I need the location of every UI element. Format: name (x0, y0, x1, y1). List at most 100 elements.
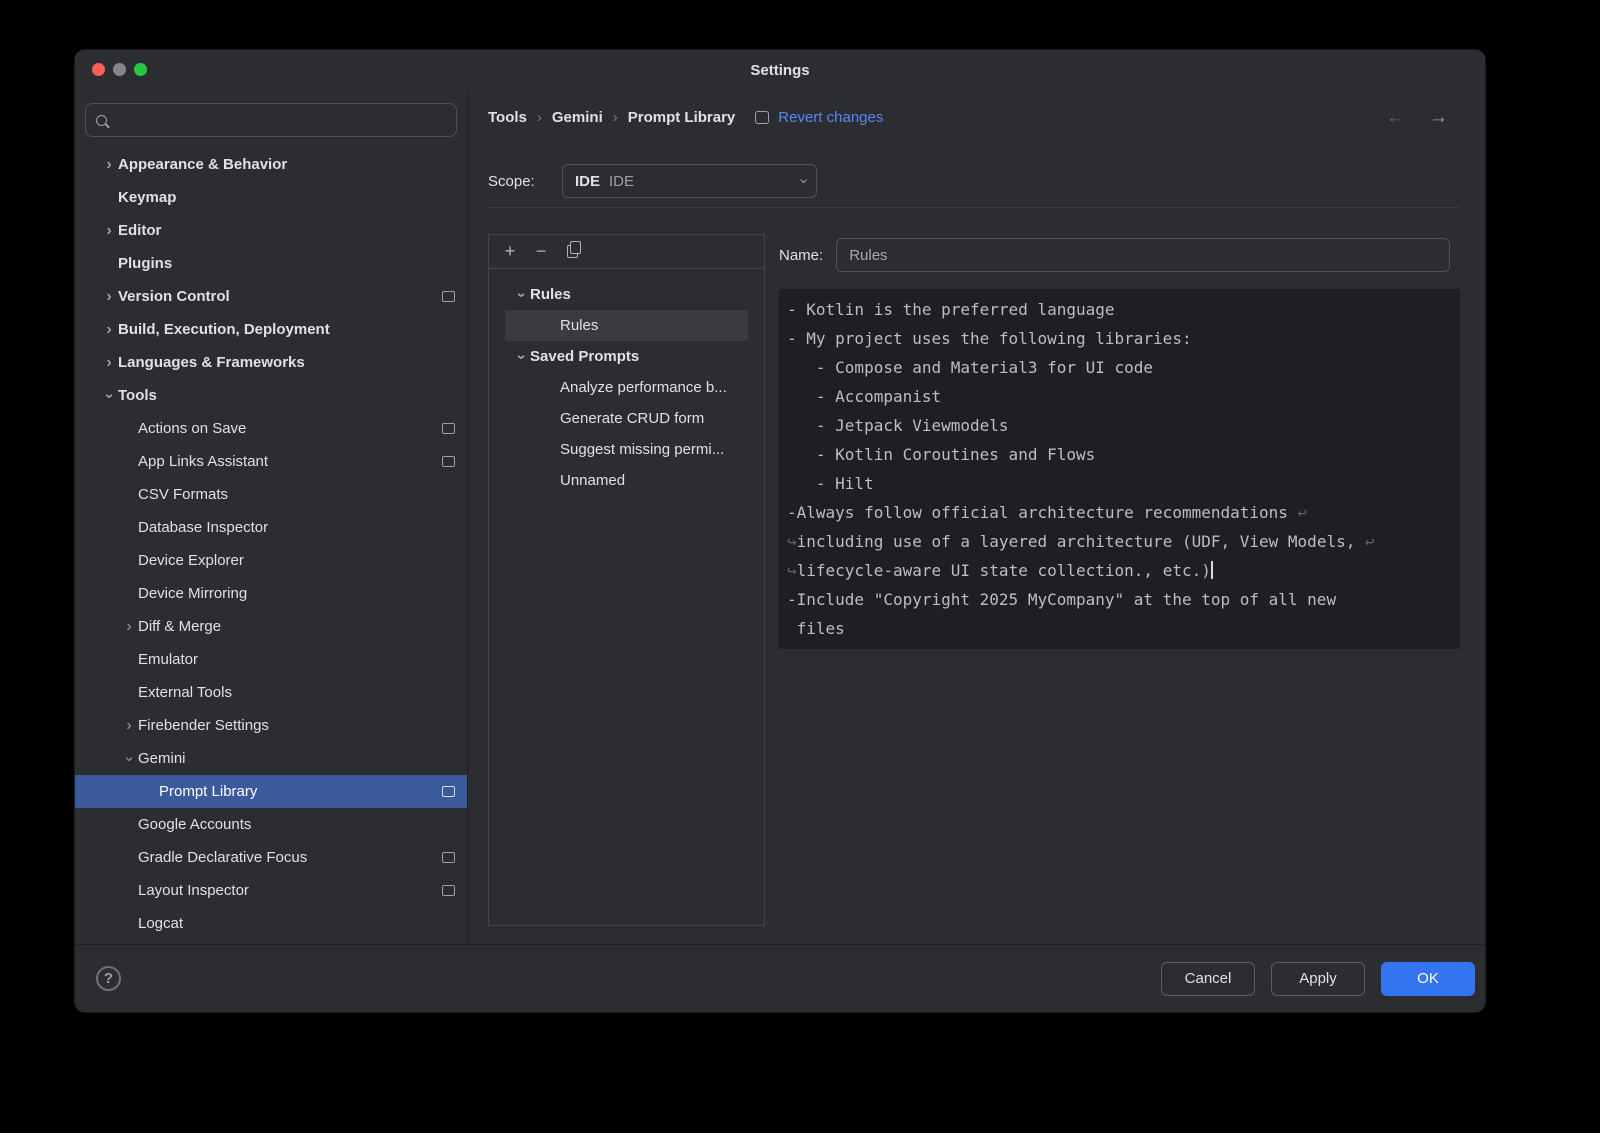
sidebar-item-label: Plugins (118, 255, 172, 272)
prompt-label: Rules (560, 317, 598, 334)
settings-content: Tools › Gemini › Prompt Library Revert c… (468, 90, 1485, 944)
sidebar-item-version-control[interactable]: ›Version Control (75, 280, 467, 313)
chevron-right-icon[interactable]: › (100, 289, 118, 305)
sidebar-item-logcat[interactable]: Logcat (75, 907, 467, 940)
forward-icon[interactable]: → (1429, 108, 1448, 127)
name-row: Name: (779, 238, 1460, 272)
prompt-item-generate-crud-form[interactable]: Generate CRUD form (505, 403, 748, 434)
revert-changes-link[interactable]: Revert changes (778, 109, 883, 126)
soft-wrap-end-icon: ↩ (1298, 503, 1308, 522)
sidebar-item-device-explorer[interactable]: Device Explorer (75, 544, 467, 577)
editor-line-text: - My project uses the following librarie… (787, 329, 1192, 348)
sidebar-item-tools[interactable]: ›Tools (75, 379, 467, 412)
chevron-down-icon[interactable]: › (121, 750, 137, 768)
search-input[interactable] (116, 111, 446, 130)
sidebar-item-label: Keymap (118, 189, 176, 206)
apply-button[interactable]: Apply (1271, 962, 1365, 996)
sidebar-item-appearance-behavior[interactable]: ›Appearance & Behavior (75, 148, 467, 181)
sidebar-item-firebender-settings[interactable]: ›Firebender Settings (75, 709, 467, 742)
remove-prompt-button[interactable]: − (528, 239, 554, 265)
chevron-down-icon[interactable]: › (513, 286, 529, 304)
sidebar-item-keymap[interactable]: Keymap (75, 181, 467, 214)
revert-icon (755, 111, 769, 124)
ok-button[interactable]: OK (1381, 962, 1475, 996)
prompt-editor[interactable]: - Kotlin is the preferred language - My p… (779, 289, 1460, 649)
editor-line-text: - Hilt (787, 474, 874, 493)
chevron-right-icon[interactable]: › (100, 223, 118, 239)
sidebar-item-actions-on-save[interactable]: Actions on Save (75, 412, 467, 445)
sidebar-item-label: Languages & Frameworks (118, 354, 305, 371)
sidebar-item-languages-frameworks[interactable]: ›Languages & Frameworks (75, 346, 467, 379)
settings-sync-icon (442, 852, 455, 863)
prompt-list-panel: + − ›Rules Rules ›Saved PromptsAnalyze per… (488, 234, 765, 926)
sidebar-item-label: Version Control (118, 288, 230, 305)
editor-line-text: -Always follow official architecture rec… (787, 503, 1298, 522)
sidebar-item-emulator[interactable]: Emulator (75, 643, 467, 676)
editor-line: -Include "Copyright 2025 MyCompany" at t… (787, 585, 1452, 614)
editor-line: - Hilt (787, 469, 1452, 498)
editor-line-text: including use of a layered architecture … (797, 532, 1365, 551)
sidebar-item-editor[interactable]: ›Editor (75, 214, 467, 247)
sidebar-item-diff-merge[interactable]: ›Diff & Merge (75, 610, 467, 643)
sidebar-item-gemini[interactable]: ›Gemini (75, 742, 467, 775)
help-button[interactable]: ? (96, 966, 121, 991)
breadcrumb-separator-icon: › (537, 109, 542, 126)
sidebar-item-label: Logcat (138, 915, 183, 932)
sidebar-item-google-accounts[interactable]: Google Accounts (75, 808, 467, 841)
editor-line: ↪including use of a layered architecture… (787, 527, 1452, 556)
sidebar-item-layout-inspector[interactable]: Layout Inspector (75, 874, 467, 907)
chevron-right-icon[interactable]: › (100, 355, 118, 371)
copy-prompt-button[interactable] (559, 239, 585, 265)
breadcrumb-item-gemini[interactable]: Gemini (552, 109, 603, 126)
chevron-right-icon[interactable]: › (120, 619, 138, 635)
prompt-name-input[interactable] (836, 238, 1450, 272)
sidebar-item-csv-formats[interactable]: CSV Formats (75, 478, 467, 511)
chevron-right-icon[interactable]: › (100, 157, 118, 173)
breadcrumb-item-tools[interactable]: Tools (488, 109, 527, 126)
sidebar-item-label: Gemini (138, 750, 186, 767)
prompt-item-analyze-performance-b[interactable]: Analyze performance b... (505, 372, 748, 403)
sidebar-item-plugins[interactable]: Plugins (75, 247, 467, 280)
history-nav: ← → (1386, 108, 1460, 127)
prompt-list-toolbar: + − (489, 235, 764, 269)
chevron-right-icon[interactable]: › (120, 718, 138, 734)
editor-line-text: - Jetpack Viewmodels (787, 416, 1009, 435)
sidebar-item-label: Emulator (138, 651, 198, 668)
prompt-group-rules[interactable]: ›Rules (505, 279, 748, 310)
add-prompt-button[interactable]: + (497, 239, 523, 265)
sidebar-item-device-mirroring[interactable]: Device Mirroring (75, 577, 467, 610)
prompt-item-rules[interactable]: Rules (505, 310, 748, 341)
name-label: Name: (779, 247, 823, 264)
back-icon[interactable]: ← (1386, 108, 1405, 127)
sidebar-item-label: Tools (118, 387, 157, 404)
sidebar-item-label: Build, Execution, Deployment (118, 321, 330, 338)
sidebar-item-label: CSV Formats (138, 486, 228, 503)
prompt-label: Generate CRUD form (560, 410, 704, 427)
sidebar-item-prompt-library[interactable]: Prompt Library (75, 775, 467, 808)
copy-icon (567, 245, 578, 258)
sidebar-item-database-inspector[interactable]: Database Inspector (75, 511, 467, 544)
sidebar-item-external-tools[interactable]: External Tools (75, 676, 467, 709)
prompt-group-saved-prompts[interactable]: ›Saved Prompts (505, 341, 748, 372)
scope-select[interactable]: IDE IDE › (562, 164, 817, 198)
sidebar-item-build-execution-deployment[interactable]: ›Build, Execution, Deployment (75, 313, 467, 346)
editor-line-text: - Compose and Material3 for UI code (787, 358, 1153, 377)
prompt-item-suggest-missing-permi[interactable]: Suggest missing permi... (505, 434, 748, 465)
editor-line: - My project uses the following librarie… (787, 324, 1452, 353)
search-field[interactable] (85, 103, 457, 137)
settings-sync-icon (442, 786, 455, 797)
editor-line: - Kotlin is the preferred language (787, 295, 1452, 324)
chevron-down-icon[interactable]: › (101, 387, 117, 405)
sidebar-item-gradle-declarative-focus[interactable]: Gradle Declarative Focus (75, 841, 467, 874)
settings-sync-icon (442, 885, 455, 896)
chevron-right-icon[interactable]: › (100, 322, 118, 338)
breadcrumb: Tools › Gemini › Prompt Library Revert c… (488, 104, 1460, 130)
sidebar-item-label: Prompt Library (159, 783, 257, 800)
editor-line: - Accompanist (787, 382, 1452, 411)
editor-line: -Always follow official architecture rec… (787, 498, 1452, 527)
cancel-button[interactable]: Cancel (1161, 962, 1255, 996)
prompt-item-unnamed[interactable]: Unnamed (505, 465, 748, 496)
sidebar-item-label: Layout Inspector (138, 882, 249, 899)
chevron-down-icon[interactable]: › (513, 348, 529, 366)
sidebar-item-app-links-assistant[interactable]: App Links Assistant (75, 445, 467, 478)
